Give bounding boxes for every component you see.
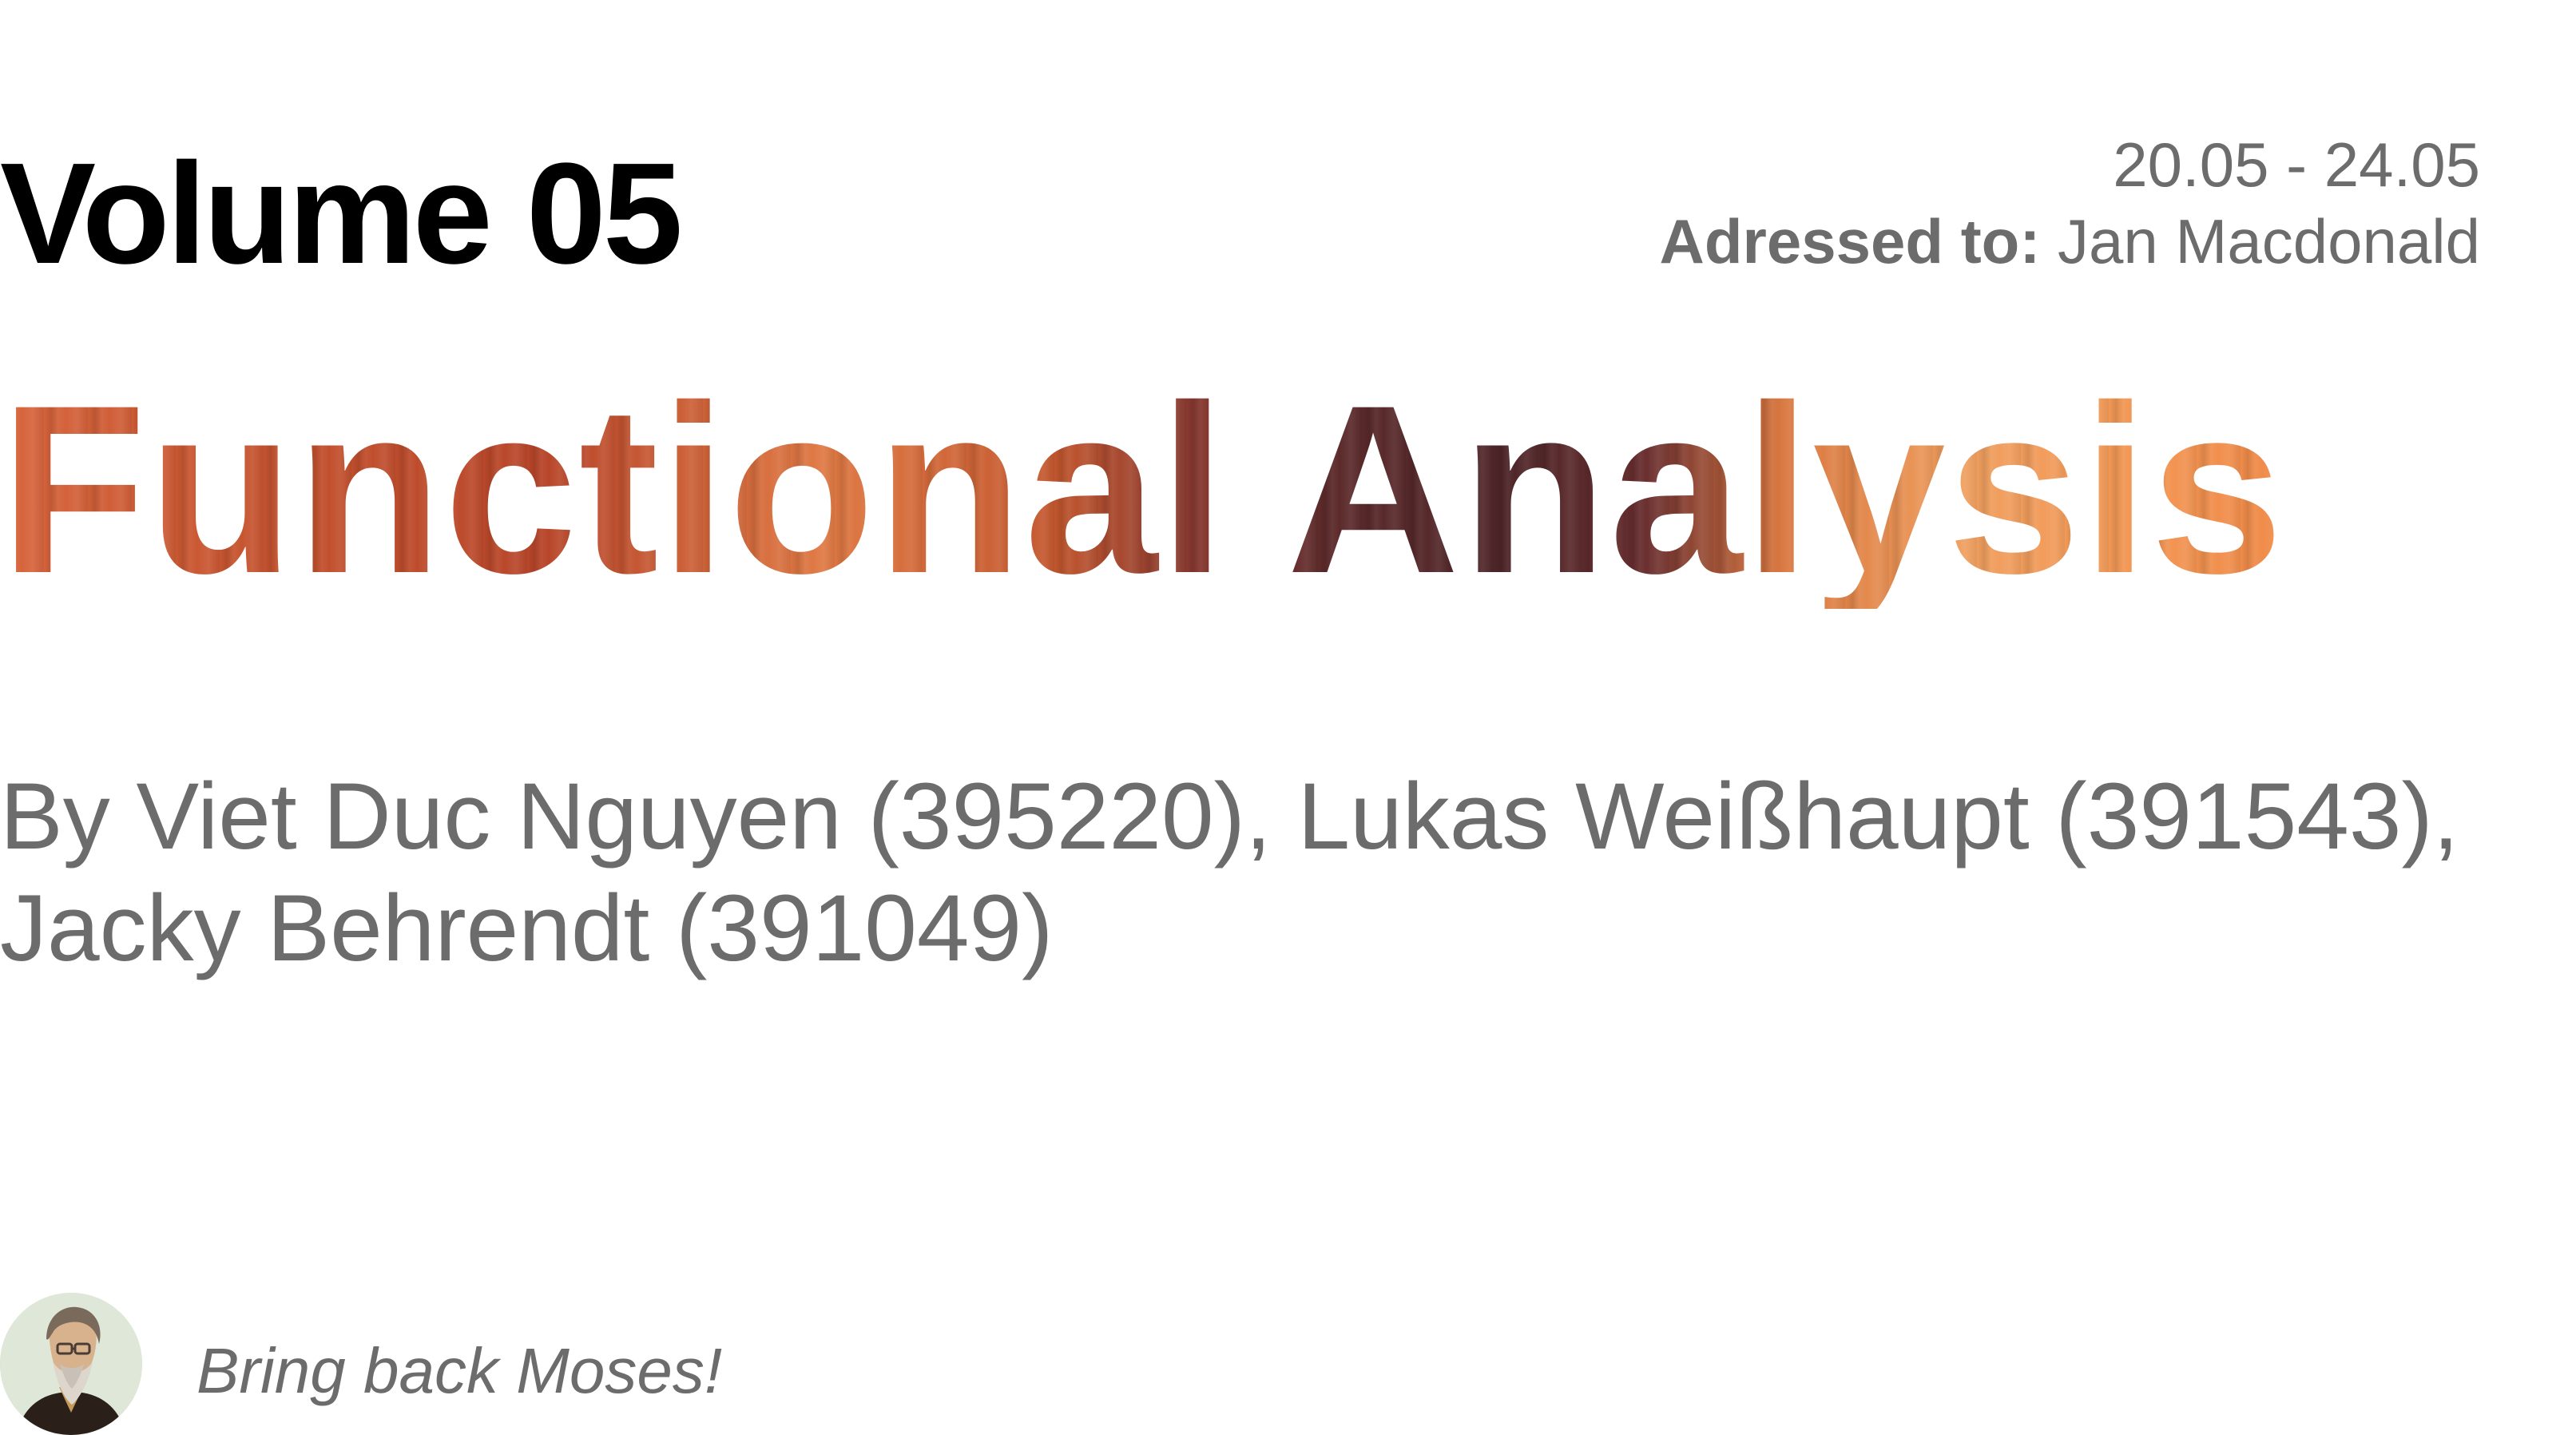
authors: By Viet Duc Nguyen (395220), Lukas Weißh…	[0, 761, 2492, 984]
portrait-illustration	[0, 1293, 142, 1435]
tagline: Bring back Moses!	[196, 1335, 723, 1406]
addressed-to-name: Jan Macdonald	[2057, 206, 2480, 276]
addressed-to-line: Adressed to: Jan Macdonald	[1660, 203, 2480, 280]
addressed-to-label: Adressed to:	[1659, 206, 2041, 276]
authors-line-1: By Viet Duc Nguyen (395220), Lukas Weißh…	[0, 764, 2459, 869]
volume-title: Volume 05	[0, 133, 683, 294]
date-range: 20.05 - 24.05	[2113, 129, 2480, 200]
meta-block: 20.05 - 24.05 Adressed to: Jan Macdonald	[1660, 126, 2480, 280]
main-title: Functional Analysis	[0, 355, 2285, 623]
avatar	[0, 1293, 142, 1435]
authors-line-2: Jacky Behrendt (391049)	[0, 876, 1054, 981]
